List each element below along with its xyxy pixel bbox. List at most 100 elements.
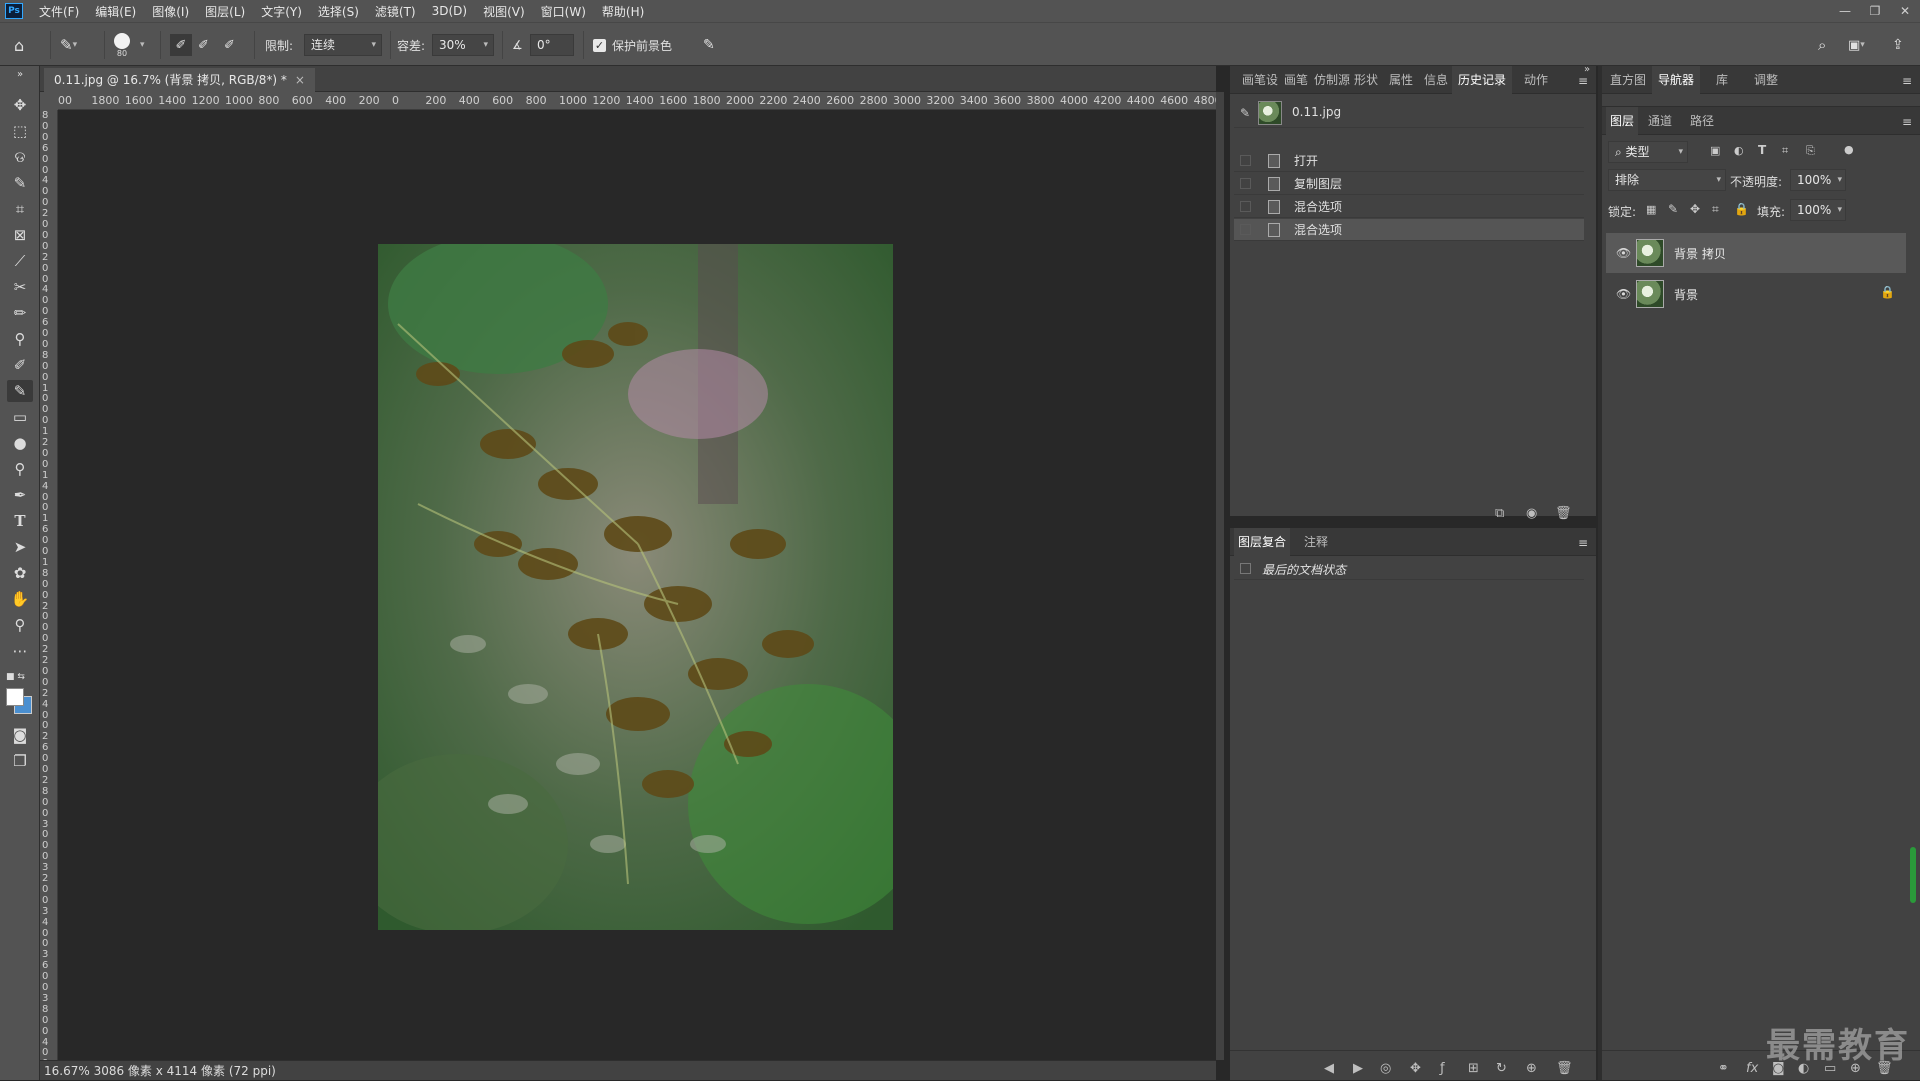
background-eraser-tool-icon[interactable]: ✎ xyxy=(7,380,33,402)
history-brush-checkbox[interactable] xyxy=(1240,224,1251,235)
canvas-vertical-scrollbar[interactable] xyxy=(1216,92,1224,1060)
fill-field[interactable]: 100% ▾ xyxy=(1790,199,1846,221)
tab-notes[interactable]: 注释 xyxy=(1300,528,1332,556)
refresh-icon[interactable]: ↻ xyxy=(1496,1061,1507,1076)
layer-row[interactable]: 👁 背景 🔒 xyxy=(1606,274,1906,314)
marquee-tool-icon[interactable]: ⬚ xyxy=(7,120,33,142)
tab-navigator[interactable]: 导航器 xyxy=(1652,66,1701,94)
tab-history[interactable]: 历史记录 xyxy=(1452,66,1513,94)
menu-layer[interactable]: 图层(L) xyxy=(197,3,253,20)
menu-image[interactable]: 图像(I) xyxy=(144,3,197,20)
camera-icon[interactable]: ◉ xyxy=(1526,506,1537,521)
sampling-once-icon[interactable]: ✐ xyxy=(198,23,209,67)
screen-mode-icon[interactable]: ❐ xyxy=(7,750,33,772)
tab-actions[interactable]: 动作 xyxy=(1520,66,1552,94)
update-selected-icon[interactable]: ⊞ xyxy=(1468,1061,1479,1076)
crop-tool-icon[interactable]: ⌗ xyxy=(7,198,33,220)
document-tab[interactable]: 0.11.jpg @ 16.7% (背景 拷贝, RGB/8*) * × xyxy=(44,68,315,92)
panel-menu-icon[interactable]: ≡ xyxy=(1578,536,1588,550)
trash-icon[interactable]: 🗑 xyxy=(1555,506,1572,521)
lock-transparent-icon[interactable]: ▦ xyxy=(1646,203,1656,216)
path-selection-tool-icon[interactable]: ➤ xyxy=(7,536,33,558)
tab-brush-settings[interactable]: 画笔设 xyxy=(1238,66,1282,94)
menu-3d[interactable]: 3D(D) xyxy=(424,4,475,18)
pen-tool-icon[interactable]: ✒ xyxy=(7,484,33,506)
panel-menu-icon[interactable]: ≡ xyxy=(1902,74,1912,88)
update-style-icon[interactable]: ƒ xyxy=(1440,1061,1445,1076)
menu-filter[interactable]: 滤镜(T) xyxy=(367,3,424,20)
protect-foreground-checkbox[interactable]: ✓ 保护前景色 xyxy=(593,23,672,67)
minimize-button[interactable]: — xyxy=(1830,0,1860,22)
layer-row[interactable]: 👁 背景 拷贝 xyxy=(1606,233,1906,273)
menu-help[interactable]: 帮助(H) xyxy=(594,3,652,20)
panel-menu-icon[interactable]: ≡ xyxy=(1578,74,1588,88)
eye-icon[interactable]: 👁 xyxy=(1616,287,1631,301)
history-state[interactable]: 打开 xyxy=(1234,150,1584,172)
tool-preset-icon[interactable]: ✎ ▾ xyxy=(60,23,77,67)
shape-tool-icon[interactable]: ✿ xyxy=(7,562,33,584)
history-brush-checkbox[interactable] xyxy=(1240,178,1251,189)
eye-icon[interactable]: 👁 xyxy=(1616,246,1631,260)
tab-layer-comps[interactable]: 图层复合 xyxy=(1234,528,1291,556)
next-comp-icon[interactable]: ▶ xyxy=(1353,1061,1363,1076)
lock-position-icon[interactable]: ✥ xyxy=(1690,202,1700,216)
lock-artboard-icon[interactable]: ⌗ xyxy=(1712,202,1719,217)
history-state[interactable]: 复制图层 xyxy=(1234,173,1584,195)
history-state[interactable]: 混合选项 xyxy=(1234,196,1584,218)
menu-window[interactable]: 窗口(W) xyxy=(533,3,594,20)
menu-view[interactable]: 视图(V) xyxy=(475,3,533,20)
workspace-icon[interactable]: ▣ ▾ xyxy=(1848,23,1865,67)
tab-layers[interactable]: 图层 xyxy=(1606,107,1639,135)
tab-properties[interactable]: 属性 xyxy=(1385,66,1417,94)
previous-comp-icon[interactable]: ◀ xyxy=(1324,1061,1334,1076)
filter-pixel-icon[interactable]: ▣ xyxy=(1710,144,1720,157)
tab-brushes[interactable]: 画笔 xyxy=(1280,66,1312,94)
tab-paths[interactable]: 路径 xyxy=(1686,107,1718,135)
collapse-toolbar-icon[interactable]: » xyxy=(7,68,33,80)
move-tool-icon[interactable]: ✥ xyxy=(7,94,33,116)
blur-tool-icon[interactable]: ● xyxy=(7,432,33,454)
history-brush-source-icon[interactable]: ✎ xyxy=(1240,106,1250,120)
blend-mode-select[interactable]: 排除 ▾ xyxy=(1608,169,1726,191)
search-icon[interactable]: ⌕ xyxy=(1818,23,1826,67)
tolerance-field[interactable]: 30% ▾ xyxy=(432,34,494,56)
tab-histogram[interactable]: 直方图 xyxy=(1606,66,1650,94)
tab-libraries[interactable]: 库 xyxy=(1712,66,1732,94)
eyedropper-tool-icon[interactable]: ⟋ xyxy=(7,250,33,272)
restore-button[interactable]: ❐ xyxy=(1860,0,1890,22)
type-tool-icon[interactable]: T xyxy=(7,510,33,532)
history-brush-checkbox[interactable] xyxy=(1240,155,1251,166)
filter-type-icon[interactable]: T xyxy=(1758,143,1766,157)
link-layers-icon[interactable]: ⚭ xyxy=(1718,1061,1729,1076)
brush-preset-picker[interactable]: 80 xyxy=(114,23,130,67)
trash-icon[interactable]: 🗑 xyxy=(1556,1061,1573,1076)
frame-tool-icon[interactable]: ⊠ xyxy=(7,224,33,246)
foreground-color-swatch[interactable] xyxy=(6,688,24,706)
canvas-area[interactable] xyxy=(58,110,1216,1060)
brush-tool-icon[interactable]: ✏ xyxy=(7,302,33,324)
layers-scrollbar[interactable] xyxy=(1910,847,1916,903)
tab-adjustments[interactable]: 调整 xyxy=(1750,66,1782,94)
filter-shape-icon[interactable]: ⌗ xyxy=(1782,144,1788,158)
home-icon[interactable]: ⌂ xyxy=(14,23,24,67)
menu-file[interactable]: 文件(F) xyxy=(31,3,87,20)
quick-selection-tool-icon[interactable]: ✎ xyxy=(7,172,33,194)
layer-filter-kind[interactable]: ⌕ 类型 ▾ xyxy=(1608,141,1688,163)
zoom-tool-icon[interactable]: ⚲ xyxy=(7,614,33,636)
sampling-background-icon[interactable]: ✐ xyxy=(224,23,235,67)
share-icon[interactable]: ⇪ xyxy=(1892,23,1904,67)
lock-icon[interactable]: 🔒 xyxy=(1880,285,1895,299)
opacity-field[interactable]: 100% ▾ xyxy=(1790,169,1846,191)
vertical-ruler[interactable]: 8006004002000200400600800100012001400160… xyxy=(40,110,58,1060)
dodge-tool-icon[interactable]: ⚲ xyxy=(7,458,33,480)
brush-picker-caret[interactable]: ▾ xyxy=(140,23,145,67)
menu-select[interactable]: 选择(S) xyxy=(310,3,367,20)
new-document-from-state-icon[interactable]: ⧉ xyxy=(1495,506,1504,521)
history-state-selected[interactable]: 混合选项 xyxy=(1234,219,1584,241)
limit-select[interactable]: 连续 ▾ xyxy=(304,34,382,56)
healing-brush-tool-icon[interactable]: ✂ xyxy=(7,276,33,298)
lock-all-icon[interactable]: 🔒 xyxy=(1734,202,1749,216)
pressure-size-icon[interactable]: ✎ xyxy=(703,23,715,67)
close-tab-icon[interactable]: × xyxy=(295,68,305,92)
update-visibility-icon[interactable]: ◎ xyxy=(1380,1061,1391,1076)
